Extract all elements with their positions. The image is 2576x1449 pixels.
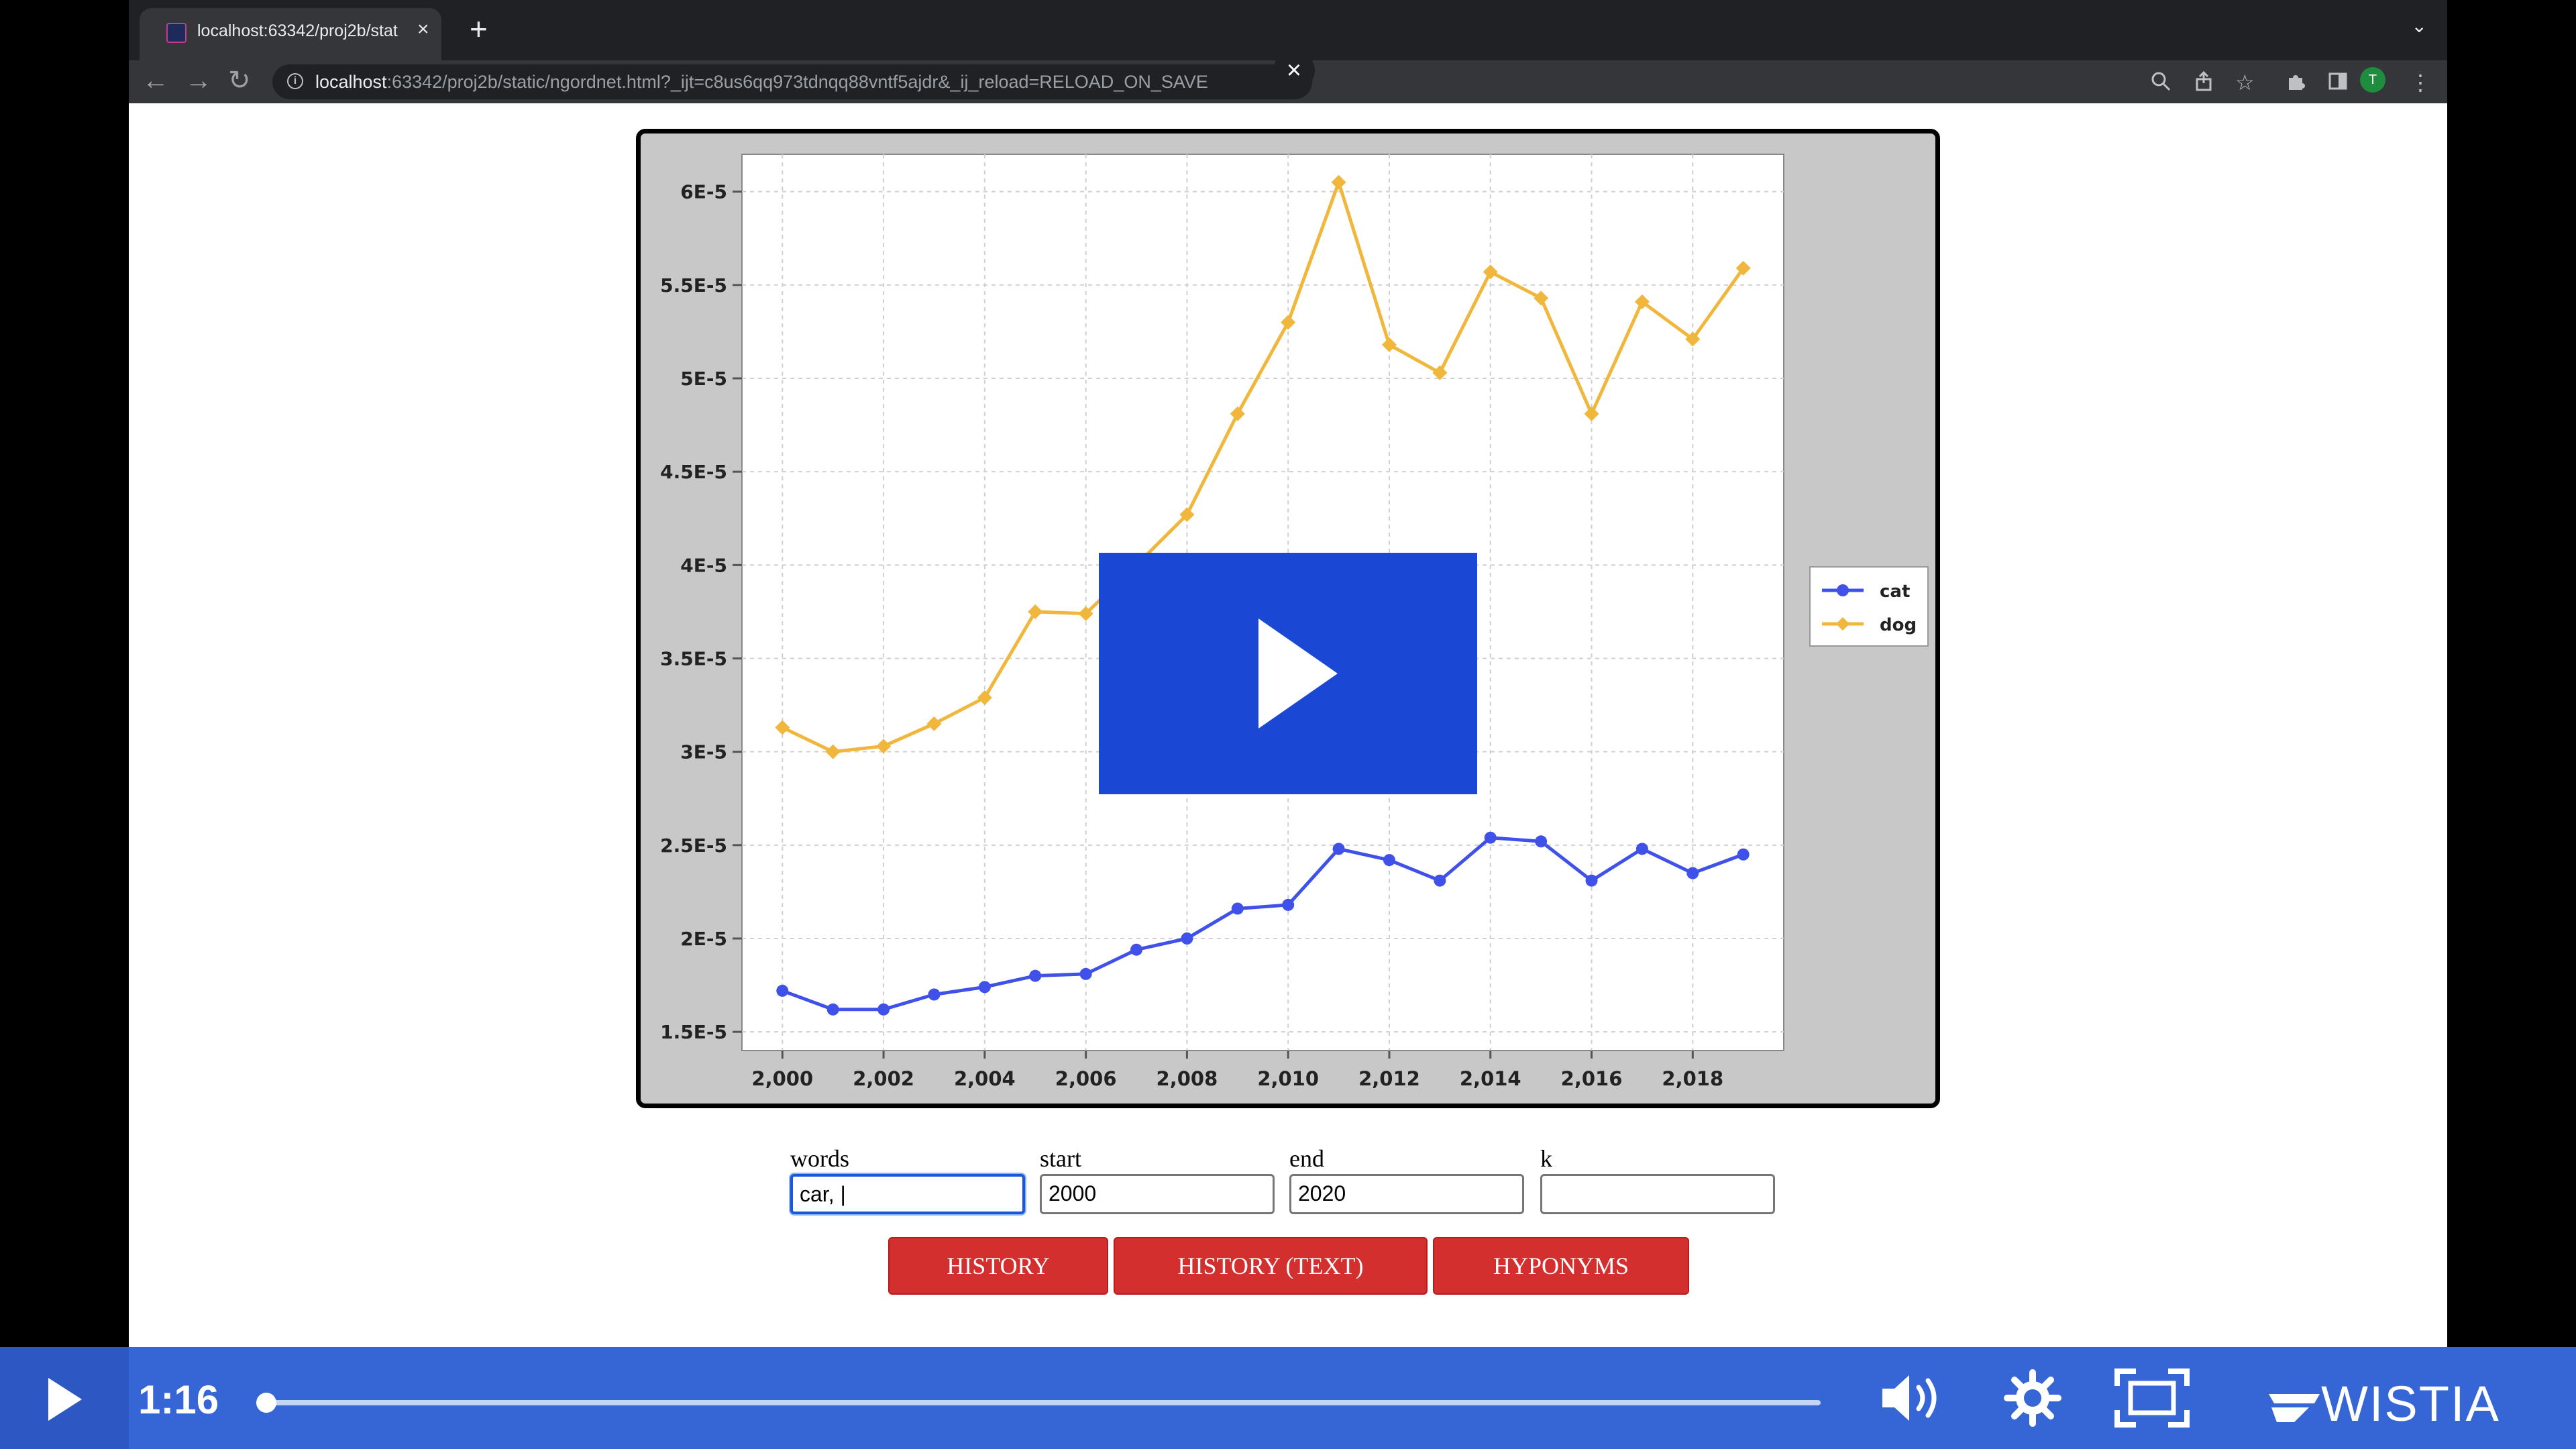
data-point-cat <box>1434 874 1446 887</box>
x-tick-label: 2,012 <box>1358 1067 1420 1090</box>
tab-close-icon[interactable]: × <box>417 17 429 42</box>
data-point-cat <box>928 988 941 1001</box>
back-icon[interactable]: ← <box>142 66 169 95</box>
data-point-cat <box>1737 848 1750 861</box>
tab-title: localhost:63342/proj2b/static/ngordnet.h… <box>197 21 398 40</box>
site-info-icon[interactable]: i <box>287 73 303 89</box>
zoom-icon[interactable] <box>2149 70 2172 98</box>
bookmark-star-icon[interactable]: ☆ <box>2235 70 2255 95</box>
fullscreen-icon[interactable] <box>2113 1367 2191 1432</box>
progress-scrubber[interactable] <box>256 1393 276 1413</box>
play-icon <box>48 1378 82 1421</box>
words-input[interactable]: car, | <box>790 1174 1025 1214</box>
hyponyms-button[interactable]: HYPONYMS <box>1433 1237 1689 1295</box>
x-tick-label: 2,014 <box>1460 1067 1521 1090</box>
data-point-cat <box>1484 831 1497 844</box>
data-point-cat <box>1029 969 1042 982</box>
y-tick-label: 6E-5 <box>680 181 727 203</box>
y-tick-label: 4.5E-5 <box>660 461 727 483</box>
x-tick-label: 2,002 <box>853 1067 914 1090</box>
current-time: 1:16 <box>138 1377 219 1422</box>
start-label: start <box>1040 1145 1081 1172</box>
browser-tab[interactable]: localhost:63342/proj2b/static/ngordnet.h… <box>140 8 441 60</box>
y-tick-label: 5.5E-5 <box>660 274 727 297</box>
data-point-cat <box>1282 898 1295 911</box>
new-tab-icon[interactable]: + <box>470 12 488 46</box>
data-point-cat <box>877 1003 890 1016</box>
history-button[interactable]: HISTORY <box>888 1237 1108 1295</box>
k-input[interactable] <box>1540 1174 1775 1214</box>
y-tick-label: 2E-5 <box>680 928 727 950</box>
side-panel-icon[interactable] <box>2326 70 2349 98</box>
x-tick-label: 2,016 <box>1561 1067 1623 1090</box>
wistia-logo[interactable]: WISTIA <box>2267 1375 2500 1432</box>
data-point-cat <box>1130 943 1143 956</box>
data-point-cat <box>1079 967 1092 980</box>
data-point-cat <box>1686 867 1699 879</box>
data-point-cat <box>1383 854 1395 867</box>
y-tick-label: 5E-5 <box>680 368 727 390</box>
y-tick-label: 4E-5 <box>680 554 727 576</box>
y-tick-label: 3E-5 <box>680 741 727 763</box>
play-icon <box>1258 619 1338 729</box>
data-point-cat <box>1231 902 1244 915</box>
data-point-cat <box>776 984 789 997</box>
address-bar[interactable]: i localhost:63342/proj2b/static/ngordnet… <box>272 64 1312 99</box>
y-tick-label: 1.5E-5 <box>660 1021 727 1043</box>
video-play-button[interactable] <box>1099 553 1477 794</box>
x-tick-label: 2,008 <box>1157 1067 1218 1090</box>
forward-icon[interactable]: → <box>185 66 212 95</box>
close-icon[interactable]: × <box>1273 50 1315 91</box>
volume-icon[interactable] <box>1878 1367 1945 1432</box>
brand-name: WISTIA <box>2321 1376 2500 1432</box>
x-tick-label: 2,018 <box>1662 1067 1723 1090</box>
x-tick-label: 2,000 <box>751 1067 813 1090</box>
data-point-cat <box>1635 843 1648 855</box>
x-tick-label: 2,004 <box>954 1067 1016 1090</box>
end-input[interactable]: 2020 <box>1289 1174 1524 1214</box>
legend-label-cat: cat <box>1880 582 1910 602</box>
progress-bar[interactable] <box>264 1400 1821 1405</box>
tab-search-icon[interactable]: ⌄ <box>2412 15 2427 37</box>
data-point-cat <box>1585 874 1598 887</box>
data-point-cat <box>826 1003 839 1016</box>
data-point-cat <box>978 981 991 994</box>
x-tick-label: 2,010 <box>1257 1067 1319 1090</box>
kebab-menu-icon[interactable]: ⋮ <box>2410 70 2431 95</box>
data-point-cat <box>1332 843 1345 855</box>
favicon-icon <box>166 23 186 43</box>
data-point-cat <box>1181 932 1193 945</box>
k-label: k <box>1540 1145 1552 1172</box>
settings-gear-icon[interactable] <box>2002 1367 2063 1432</box>
control-play-button[interactable] <box>0 1347 129 1449</box>
x-tick-label: 2,006 <box>1055 1067 1117 1090</box>
video-controls-bar: 1:16 WISTIA <box>0 1347 2576 1449</box>
end-label: end <box>1289 1145 1324 1172</box>
profile-avatar[interactable]: T <box>2360 67 2385 93</box>
words-label: words <box>790 1145 849 1172</box>
legend-marker-cat <box>1837 584 1849 596</box>
url-text: localhost:63342/proj2b/static/ngordnet.h… <box>315 72 1281 93</box>
start-input[interactable]: 2000 <box>1040 1174 1275 1214</box>
y-tick-label: 2.5E-5 <box>660 835 727 857</box>
url-host: localhost <box>315 72 387 92</box>
share-icon[interactable] <box>2192 70 2215 98</box>
reload-icon[interactable]: ↻ <box>228 66 251 95</box>
history-text-button[interactable]: HISTORY (TEXT) <box>1114 1237 1428 1295</box>
legend-label-dog: dog <box>1880 615 1917 635</box>
y-tick-label: 3.5E-5 <box>660 648 727 670</box>
url-path: :63342/proj2b/static/ngordnet.html?_ijt=… <box>386 72 1208 92</box>
data-point-cat <box>1535 835 1548 848</box>
extensions-icon[interactable] <box>2285 70 2308 98</box>
